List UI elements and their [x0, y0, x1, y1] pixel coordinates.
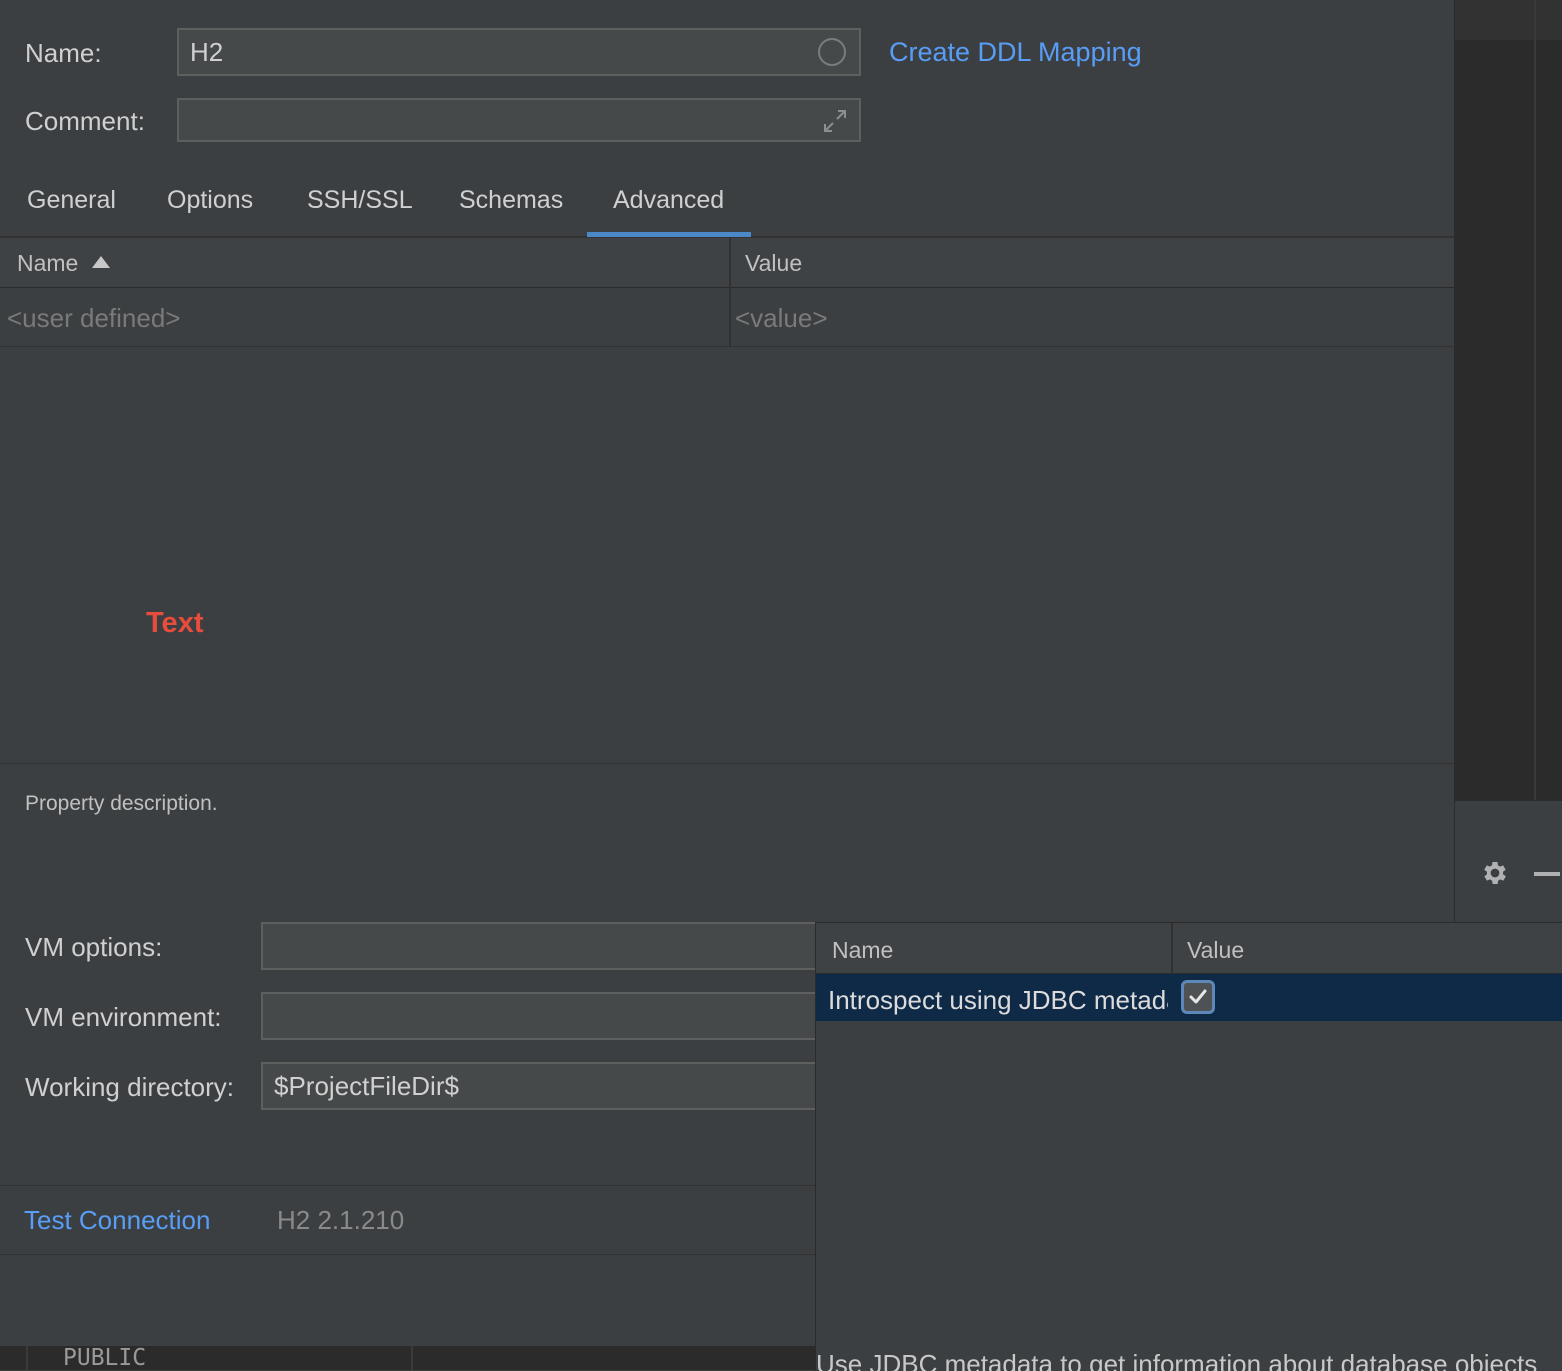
property-popup: Name Value Introspect using JDBC metadat… [815, 922, 1562, 1371]
minimize-icon[interactable] [1534, 872, 1560, 876]
comment-label: Comment: [25, 106, 145, 136]
user-defined-name-cell[interactable]: <user defined> [7, 303, 180, 334]
tab-advanced[interactable]: Advanced [613, 186, 724, 215]
vm-options-label: VM options: [25, 932, 163, 962]
value-cell[interactable]: <value> [735, 303, 828, 334]
working-directory-label: Working directory: [25, 1072, 235, 1102]
tab-options[interactable]: Options [167, 186, 253, 215]
test-connection-link[interactable]: Test Connection [24, 1205, 210, 1236]
working-directory-value: $ProjectFileDir$ [274, 1070, 459, 1101]
column-header-value[interactable]: Value [745, 250, 802, 277]
annotation-text: Text [146, 607, 204, 639]
active-tab-underline [587, 232, 751, 237]
color-circle-icon[interactable] [818, 38, 846, 66]
table-row[interactable] [0, 288, 1454, 347]
introspect-checkbox[interactable] [1181, 980, 1215, 1014]
popup-row-name: Introspect using JDBC metadata [828, 985, 1168, 1016]
create-ddl-mapping-link[interactable]: Create DDL Mapping [889, 37, 1142, 68]
name-input[interactable]: H2 [177, 28, 861, 76]
comment-input[interactable] [177, 98, 861, 142]
right-background-header [1455, 0, 1562, 40]
right-background-divider [1534, 0, 1536, 800]
gear-icon[interactable] [1480, 858, 1510, 888]
properties-table-header [0, 238, 1454, 288]
vm-environment-label: VM environment: [25, 1002, 222, 1032]
bottom-strip-divider [411, 1346, 413, 1370]
popup-column-header-name[interactable]: Name [832, 937, 893, 964]
driver-version: H2 2.1.210 [277, 1205, 405, 1235]
name-value: H2 [190, 36, 224, 67]
bottom-strip-gutter [26, 1346, 28, 1370]
popup-row-name-text: Introspect using JDBC metadata [828, 985, 1168, 1015]
tab-general[interactable]: General [27, 186, 116, 215]
popup-description: Use JDBC metadata to get information abo… [816, 1349, 1562, 1371]
popup-column-header-value[interactable]: Value [1187, 937, 1244, 964]
tab-ssh-ssl[interactable]: SSH/SSL [307, 186, 413, 215]
checkmark-icon [1189, 989, 1207, 1004]
property-description: Property description. [25, 792, 218, 815]
expand-icon[interactable] [820, 106, 850, 136]
sort-ascending-icon [92, 256, 110, 268]
popup-description-text: Use JDBC metadata to get information abo… [816, 1349, 1538, 1371]
name-label: Name: [25, 38, 102, 68]
tab-schemas[interactable]: Schemas [459, 186, 563, 215]
column-header-name[interactable]: Name [17, 250, 78, 277]
schema-name: PUBLIC [63, 1345, 147, 1371]
